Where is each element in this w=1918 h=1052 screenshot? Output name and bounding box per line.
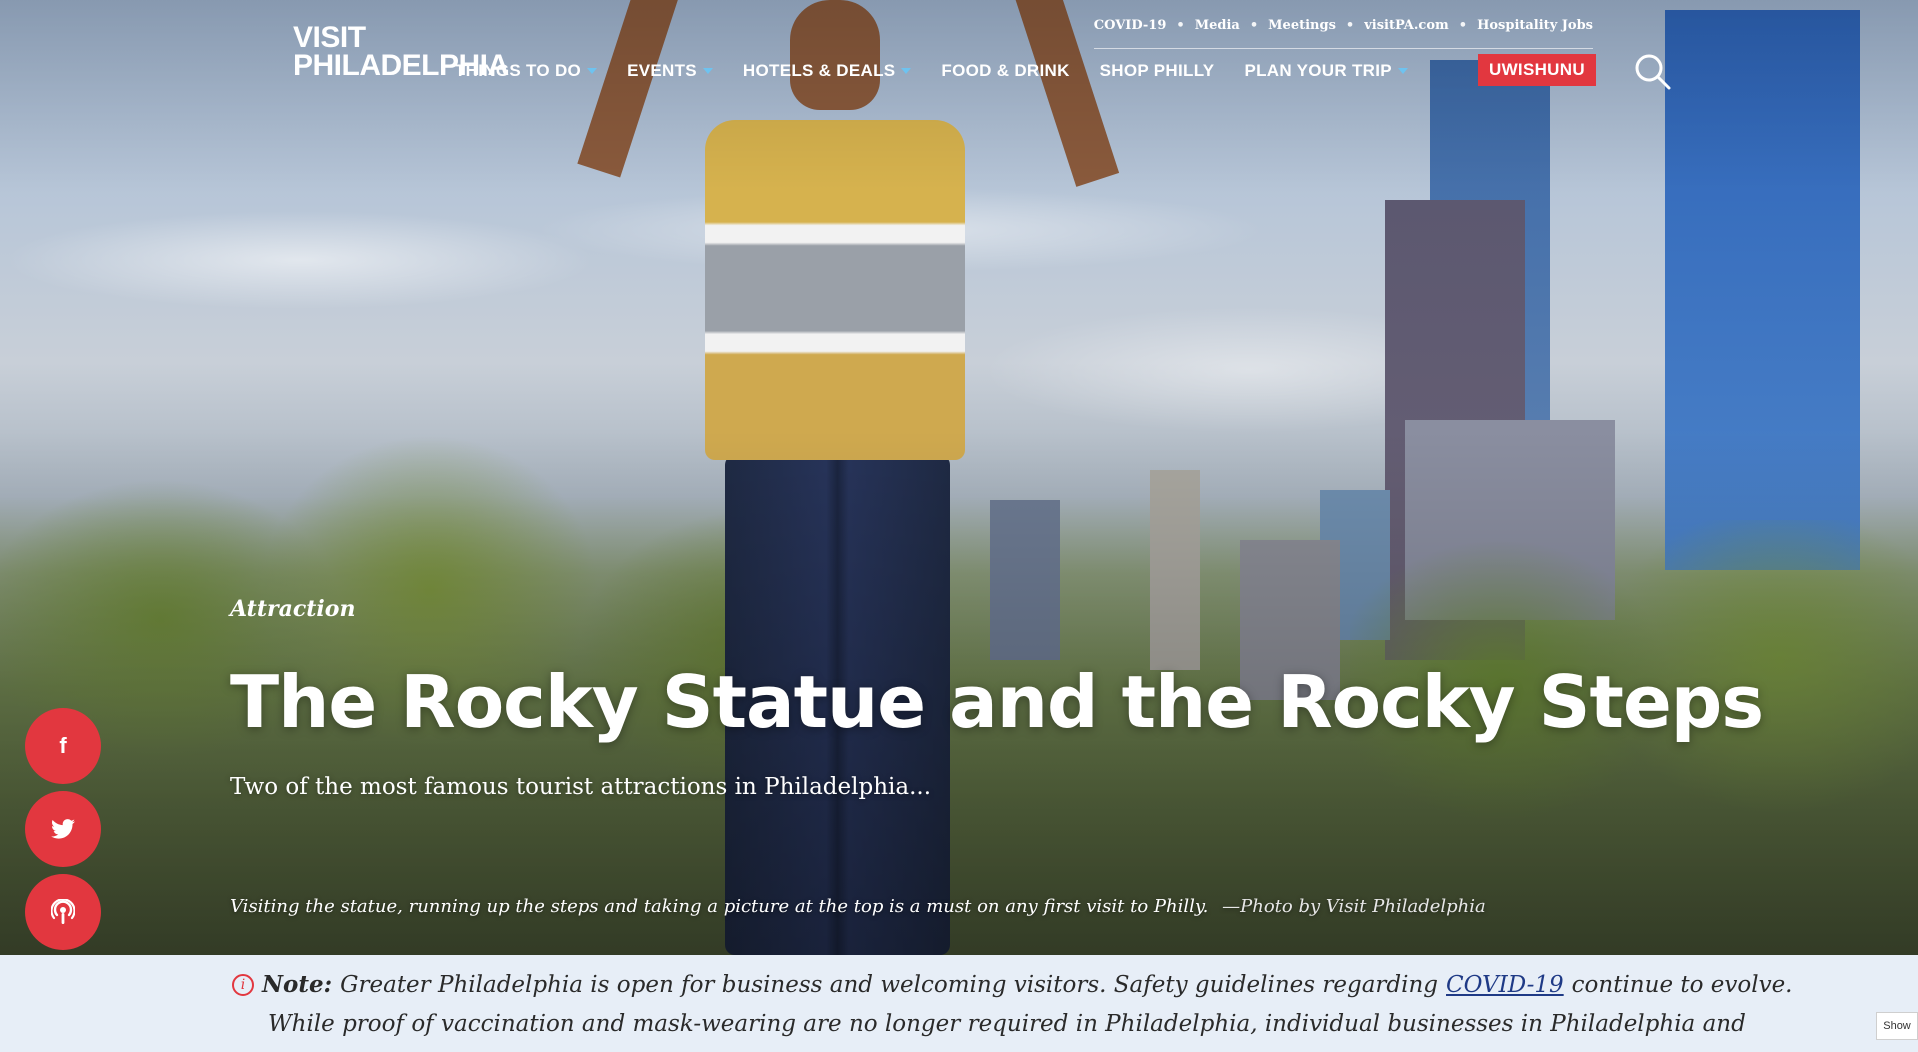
main-nav: THINGS TO DO EVENTS HOTELS & DEALS FOOD …	[455, 58, 1408, 84]
twitter-icon	[51, 819, 75, 839]
page-subtitle: Two of the most famous tourist attractio…	[230, 774, 932, 800]
separator-dot: •	[1345, 18, 1355, 33]
nav-label: FOOD & DRINK	[941, 61, 1070, 80]
note-line: i Note: Greater Philadelphia is open for…	[232, 971, 1793, 998]
note-text: continue to evolve.	[1571, 971, 1793, 998]
chevron-down-icon	[702, 68, 713, 74]
logo-line-1: VISIT	[293, 21, 366, 54]
hero-image	[0, 0, 1918, 955]
twitter-share-button[interactable]	[25, 791, 101, 867]
utility-link-jobs[interactable]: Hospitality Jobs	[1477, 18, 1593, 33]
podcast-button[interactable]	[25, 874, 101, 950]
nav-food-drink[interactable]: FOOD & DRINK	[941, 61, 1069, 81]
nav-events[interactable]: EVENTS	[627, 61, 713, 81]
nav-plan-your-trip[interactable]: PLAN YOUR TRIP	[1244, 61, 1408, 81]
separator-dot: •	[1458, 18, 1468, 33]
note-label: Note:	[262, 971, 333, 998]
utility-link-covid[interactable]: COVID-19	[1094, 18, 1167, 33]
nav-label: EVENTS	[627, 61, 697, 80]
nav-hotels-deals[interactable]: HOTELS & DEALS	[743, 61, 912, 81]
hero-overlay	[0, 0, 1918, 955]
utility-link-visitpa[interactable]: visitPA.com	[1364, 18, 1449, 33]
chevron-down-icon	[901, 68, 912, 74]
nav-things-to-do[interactable]: THINGS TO DO	[455, 61, 598, 81]
covid-link[interactable]: COVID-19	[1446, 972, 1564, 998]
utility-link-meetings[interactable]: Meetings	[1268, 18, 1336, 33]
chevron-down-icon	[1397, 68, 1408, 74]
separator-dot: •	[1249, 18, 1259, 33]
page-title: The Rocky Statue and the Rocky Steps	[230, 660, 1764, 744]
utility-link-media[interactable]: Media	[1195, 18, 1240, 33]
info-icon: i	[232, 973, 254, 996]
covid-note-banner: i Note: Greater Philadelphia is open for…	[0, 955, 1918, 1052]
search-icon	[1635, 54, 1671, 90]
podcast-icon	[51, 899, 75, 924]
facebook-share-button[interactable]: f	[25, 708, 101, 784]
uwishunu-button[interactable]: UWISHUNU	[1478, 54, 1596, 86]
note-line-2: While proof of vaccination and mask-wear…	[268, 1011, 1746, 1037]
note-text: Greater Philadelphia is open for busines…	[340, 971, 1439, 998]
utility-nav: COVID-19 • Media • Meetings • visitPA.co…	[1093, 18, 1593, 49]
facebook-icon: f	[59, 733, 67, 758]
search-button[interactable]	[1633, 52, 1673, 92]
separator-dot: •	[1176, 18, 1185, 33]
nav-label: SHOP PHILLY	[1099, 61, 1215, 80]
utility-divider	[1093, 48, 1593, 49]
nav-label: PLAN YOUR TRIP	[1244, 61, 1392, 80]
chevron-down-icon	[587, 68, 598, 74]
category-label: Attraction	[230, 596, 356, 622]
photo-credit: —Photo by Visit Philadelphia	[1222, 896, 1486, 917]
show-button[interactable]: Show	[1876, 1012, 1918, 1040]
nav-shop-philly[interactable]: SHOP PHILLY	[1100, 61, 1215, 81]
nav-label: THINGS TO DO	[455, 61, 582, 80]
caption-text: Visiting the statue, running up the step…	[230, 896, 1209, 917]
nav-label: HOTELS & DEALS	[742, 61, 896, 80]
photo-caption: Visiting the statue, running up the step…	[230, 896, 1486, 917]
